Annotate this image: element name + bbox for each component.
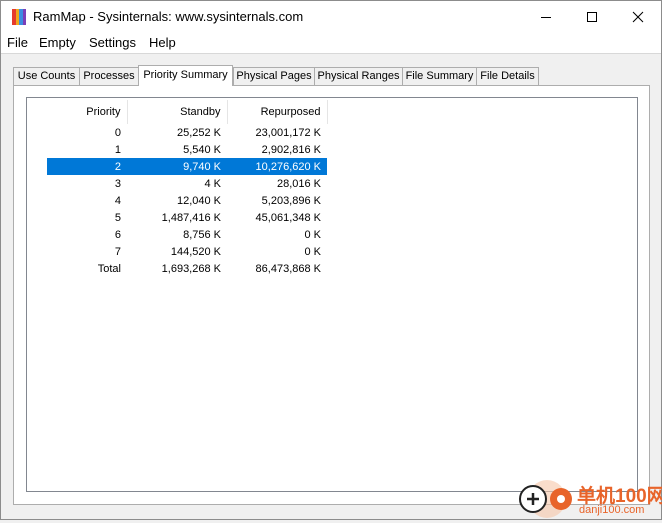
priority-table: Priority Standby Repurposed 0 25,252 K 2… (47, 100, 328, 277)
window-title: RamMap - Sysinternals: www.sysinternals.… (33, 9, 304, 24)
menu-bar: File Empty Settings Help (1, 33, 661, 54)
table-row[interactable]: 7 144,520 K 0 K (47, 243, 327, 260)
priority-cell: 3 (114, 177, 121, 190)
standby-cell: 8,756 K (183, 228, 221, 241)
priority-summary-panel: Priority Standby Repurposed 0 25,252 K 2… (13, 85, 650, 505)
title-bar[interactable]: RamMap - Sysinternals: www.sysinternals.… (1, 1, 661, 33)
table-row[interactable]: 3 4 K 28,016 K (47, 175, 327, 192)
watermark-logo-icon (519, 480, 572, 518)
priority-summary-list[interactable]: Priority Standby Repurposed 0 25,252 K 2… (26, 97, 638, 492)
repurposed-cell: 0 K (304, 228, 321, 241)
standby-cell: 4 K (204, 177, 221, 190)
watermark: 单机100网 danji100.com (513, 478, 662, 520)
table-row[interactable]: 1 5,540 K 2,902,816 K (47, 141, 327, 158)
standby-cell: 1,487,416 K (161, 211, 221, 224)
standby-cell: 144,520 K (170, 245, 221, 258)
maximize-icon (587, 12, 597, 22)
tab-physical-pages[interactable]: Physical Pages (233, 67, 315, 85)
close-icon (632, 11, 644, 23)
column-header-standby[interactable]: Standby (127, 100, 228, 124)
priority-cell: 2 (47, 158, 127, 175)
tab-file-summary[interactable]: File Summary (402, 67, 477, 85)
priority-cell: Total (97, 262, 121, 275)
minimize-icon (541, 17, 551, 18)
watermark-text-en: danji100.com (579, 504, 645, 516)
menu-empty[interactable]: Empty (39, 34, 76, 52)
minimize-button[interactable] (523, 1, 569, 33)
menu-help[interactable]: Help (149, 34, 176, 52)
repurposed-cell: 2,902,816 K (261, 143, 321, 156)
standby-cell: 12,040 K (176, 194, 221, 207)
table-row[interactable]: 4 12,040 K 5,203,896 K (47, 192, 327, 209)
repurposed-cell: 10,276,620 K (227, 158, 327, 175)
table-row[interactable]: 5 1,487,416 K 45,061,348 K (47, 209, 327, 226)
tab-priority-summary[interactable]: Priority Summary (138, 65, 233, 86)
table-row-selected[interactable]: 2 9,740 K 10,276,620 K (47, 158, 327, 175)
repurposed-cell: 0 K (304, 245, 321, 258)
maximize-button[interactable] (569, 1, 615, 33)
repurposed-cell: 28,016 K (276, 177, 321, 190)
repurposed-cell: 45,061,348 K (255, 211, 321, 224)
rammap-app-icon (12, 9, 26, 25)
priority-cell: 1 (114, 143, 121, 156)
tab-file-details[interactable]: File Details (476, 67, 539, 85)
tab-processes[interactable]: Processes (79, 67, 139, 85)
tab-use-counts[interactable]: Use Counts (13, 67, 80, 85)
repurposed-cell: 86,473,868 K (255, 262, 321, 275)
repurposed-cell: 23,001,172 K (255, 126, 321, 139)
menu-settings[interactable]: Settings (89, 34, 136, 52)
column-header-repurposed[interactable]: Repurposed (227, 100, 328, 124)
table-row[interactable]: 6 8,756 K 0 K (47, 226, 327, 243)
standby-cell: 25,252 K (176, 126, 221, 139)
menu-file[interactable]: File (7, 34, 28, 52)
priority-cell: 7 (114, 245, 121, 258)
table-row-total[interactable]: Total 1,693,268 K 86,473,868 K (47, 260, 327, 277)
close-button[interactable] (615, 1, 661, 33)
standby-cell: 5,540 K (183, 143, 221, 156)
table-row[interactable]: 0 25,252 K 23,001,172 K (47, 124, 327, 141)
priority-cell: 5 (114, 211, 121, 224)
column-header-priority[interactable]: Priority (47, 100, 128, 124)
rammap-window: RamMap - Sysinternals: www.sysinternals.… (0, 0, 662, 520)
standby-cell: 9,740 K (127, 158, 227, 175)
tab-physical-ranges[interactable]: Physical Ranges (314, 67, 403, 85)
standby-cell: 1,693,268 K (161, 262, 221, 275)
repurposed-cell: 5,203,896 K (261, 194, 321, 207)
priority-cell: 0 (114, 126, 121, 139)
priority-cell: 6 (114, 228, 121, 241)
priority-cell: 4 (114, 194, 121, 207)
